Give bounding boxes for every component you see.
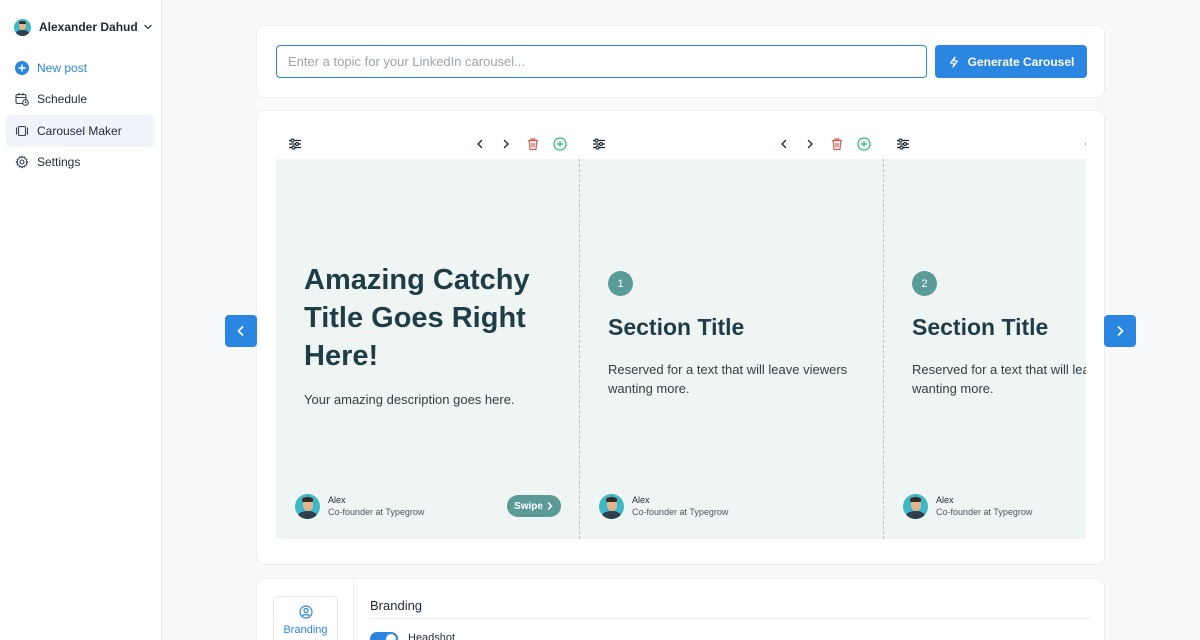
author-name: Alex xyxy=(632,495,650,505)
chevron-right-icon xyxy=(547,502,553,510)
section-text: Reserved for a text that will leave view… xyxy=(608,362,848,396)
carousel-next-button[interactable] xyxy=(1104,315,1136,347)
sidebar-item-settings[interactable]: Settings xyxy=(6,146,155,178)
generate-carousel-button[interactable]: Generate Carousel xyxy=(935,45,1087,78)
slide-author: Alex Co-founder at Typegrow xyxy=(295,493,424,519)
sidebar-item-label: New post xyxy=(37,61,88,75)
plus-circle-icon xyxy=(15,61,29,75)
sidebar-item-label: Carousel Maker xyxy=(37,124,122,138)
user-avatar xyxy=(14,18,31,36)
section-number-badge: 2 xyxy=(912,271,937,296)
panel-title: Branding xyxy=(370,598,423,613)
section-number-badge: 1 xyxy=(608,271,633,296)
slide-intro[interactable]: Amazing Catchy Title Goes Right Here! Yo… xyxy=(276,159,580,539)
sidebar-item-carousel-maker[interactable]: Carousel Maker xyxy=(6,115,155,147)
carousel-prev-button[interactable] xyxy=(225,315,257,347)
author-name: Alex xyxy=(936,495,954,505)
chevron-right-icon xyxy=(807,139,813,149)
move-slide-right-button[interactable] xyxy=(498,136,514,152)
chevron-left-icon xyxy=(781,139,787,149)
slide-settings-button[interactable] xyxy=(591,136,607,152)
slide-column: 1 Section Title Reserved for a text that… xyxy=(580,129,884,539)
swipe-label: Swipe xyxy=(514,500,543,512)
tab-label: Branding xyxy=(283,624,328,636)
sidebar-item-new-post[interactable]: New post xyxy=(6,52,155,84)
lightning-icon xyxy=(949,55,958,68)
add-slide-button[interactable] xyxy=(856,136,872,152)
calendar-clock-icon xyxy=(15,92,29,106)
slide-toolbar xyxy=(580,129,884,159)
trash-icon xyxy=(832,138,842,151)
slide-section[interactable]: 1 Section Title Reserved for a text that… xyxy=(580,159,884,539)
slide-toolbar xyxy=(884,129,1086,159)
chevron-down-icon xyxy=(144,24,152,30)
section-title: Section Title xyxy=(608,314,745,340)
carousel-settings-card: Branding Branding Headshot xyxy=(256,578,1105,640)
author-avatar xyxy=(599,493,624,519)
trash-icon xyxy=(528,138,538,151)
carousel-editor: Amazing Catchy Title Goes Right Here! Yo… xyxy=(256,110,1105,565)
add-slide-button[interactable] xyxy=(552,136,568,152)
chevron-left-icon xyxy=(1085,143,1086,145)
user-name: Alexander Dahud xyxy=(39,20,138,34)
section-title: Section Title xyxy=(912,314,1049,340)
gear-icon xyxy=(15,155,29,169)
move-slide-right-button[interactable] xyxy=(802,136,818,152)
generate-button-label: Generate Carousel xyxy=(967,54,1075,69)
slide-author: Alex Co-founder at Typegrow xyxy=(599,493,728,519)
swipe-button[interactable]: Swipe xyxy=(507,495,561,517)
slide-settings-button[interactable] xyxy=(287,136,303,152)
chevron-left-icon xyxy=(477,139,483,149)
sidebar-item-schedule[interactable]: Schedule xyxy=(6,83,155,115)
section-text: Reserved for a text that will leave view… xyxy=(912,362,1086,396)
headshot-label: Headshot xyxy=(408,632,456,640)
sidebar-item-label: Schedule xyxy=(37,92,88,106)
settings-tabs: Branding xyxy=(257,579,354,640)
author-avatar xyxy=(295,493,320,519)
delete-slide-button[interactable] xyxy=(525,136,541,152)
slide-toolbar xyxy=(276,129,580,159)
move-slide-left-button[interactable] xyxy=(472,136,488,152)
author-role: Co-founder at Typegrow xyxy=(632,507,729,517)
slide-column: 2 Section Title Reserved for a text that… xyxy=(884,129,1086,539)
plus-circle-icon xyxy=(857,137,871,151)
carousel-icon xyxy=(15,124,29,138)
chevron-right-icon xyxy=(503,139,509,149)
slide-description: Your amazing description goes here. xyxy=(304,392,515,407)
user-circle-icon xyxy=(298,605,313,619)
author-role: Co-founder at Typegrow xyxy=(936,507,1033,517)
topic-input[interactable] xyxy=(276,45,927,78)
slide-column: Amazing Catchy Title Goes Right Here! Yo… xyxy=(276,129,580,539)
plus-circle-icon xyxy=(553,137,567,151)
sliders-icon xyxy=(289,138,301,150)
slide-section[interactable]: 2 Section Title Reserved for a text that… xyxy=(884,159,1086,539)
panel-divider xyxy=(370,618,1090,619)
slide-settings-button[interactable] xyxy=(895,136,911,152)
author-role: Co-founder at Typegrow xyxy=(328,507,425,517)
sliders-icon xyxy=(897,138,909,150)
slide-author: Alex Co-founder at Typegrow xyxy=(903,493,1032,519)
chevron-left-icon xyxy=(237,326,244,336)
move-slide-left-button[interactable] xyxy=(1080,136,1086,152)
sidebar: Alexander Dahud New post Schedule Carous… xyxy=(0,0,162,640)
author-avatar xyxy=(903,493,928,519)
author-name: Alex xyxy=(328,495,346,505)
chevron-right-icon xyxy=(1117,326,1124,336)
delete-slide-button[interactable] xyxy=(829,136,845,152)
topic-generator-card: Generate Carousel xyxy=(256,25,1105,98)
headshot-toggle[interactable] xyxy=(370,632,398,640)
sidebar-item-label: Settings xyxy=(37,155,81,169)
tab-branding[interactable]: Branding xyxy=(273,596,338,640)
move-slide-left-button[interactable] xyxy=(776,136,792,152)
carousel-viewport[interactable]: Amazing Catchy Title Goes Right Here! Yo… xyxy=(276,129,1086,539)
account-switcher[interactable]: Alexander Dahud xyxy=(14,17,154,37)
sliders-icon xyxy=(593,138,605,150)
slide-title: Amazing Catchy Title Goes Right Here! xyxy=(304,264,530,372)
